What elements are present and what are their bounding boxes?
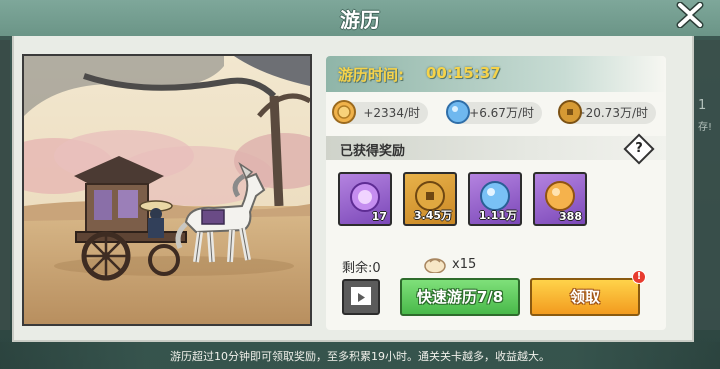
blue-orb-icon bbox=[446, 100, 470, 124]
expedition-time-value: 00:15:37 bbox=[426, 64, 501, 82]
close-button[interactable] bbox=[674, 0, 706, 30]
copper-coin-icon bbox=[558, 100, 582, 124]
background-text-top: 1 bbox=[698, 98, 707, 113]
claim-button[interactable]: 领取 bbox=[530, 278, 640, 316]
expedition-scene bbox=[22, 54, 312, 326]
rewards-title: 已获得奖励 bbox=[340, 144, 406, 159]
reward-count: 1.11万 bbox=[478, 209, 517, 222]
question-icon: ? bbox=[635, 141, 643, 156]
reward-count: 17 bbox=[371, 210, 387, 223]
reward-count: 3.45万 bbox=[413, 209, 452, 222]
carriage-illustration bbox=[24, 56, 310, 324]
quick-expedition-button[interactable]: 快速游历7/8 bbox=[400, 278, 520, 316]
reward-item-blue-orb[interactable]: 1.11万 bbox=[468, 172, 522, 226]
close-icon bbox=[676, 2, 704, 28]
reward-item-purple-orb[interactable]: 17 bbox=[338, 172, 392, 226]
watch-video-button[interactable] bbox=[342, 279, 380, 315]
rate-gold-text: +2334/时 bbox=[363, 106, 420, 120]
expedition-time-label: 游历时间: bbox=[338, 66, 404, 84]
footer-note: 游历超过10分钟即可领取奖励，至多积累19小时。通关关卡越多，收益越大。 bbox=[170, 350, 550, 363]
bun-count: x15 bbox=[452, 257, 477, 272]
rate-copper-text: +20.73万/时 bbox=[575, 106, 648, 120]
gold-coin-icon bbox=[332, 100, 356, 124]
reward-item-copper-coin[interactable]: 3.45万 bbox=[403, 172, 457, 226]
rate-orb-text: +6.67万/时 bbox=[469, 106, 534, 120]
background-text-bottom: 存! bbox=[698, 122, 713, 133]
bun-icon bbox=[424, 258, 446, 273]
alert-badge: ! bbox=[632, 270, 646, 284]
remaining-label: 剩余:0 bbox=[342, 261, 381, 276]
reward-item-gold-orb[interactable]: 388 bbox=[533, 172, 587, 226]
video-icon bbox=[351, 287, 371, 305]
background-panel-right: 1 存! bbox=[692, 40, 720, 330]
window-title: 游历 bbox=[340, 8, 380, 32]
background-panel-left bbox=[0, 40, 10, 330]
reward-count: 388 bbox=[559, 210, 582, 223]
